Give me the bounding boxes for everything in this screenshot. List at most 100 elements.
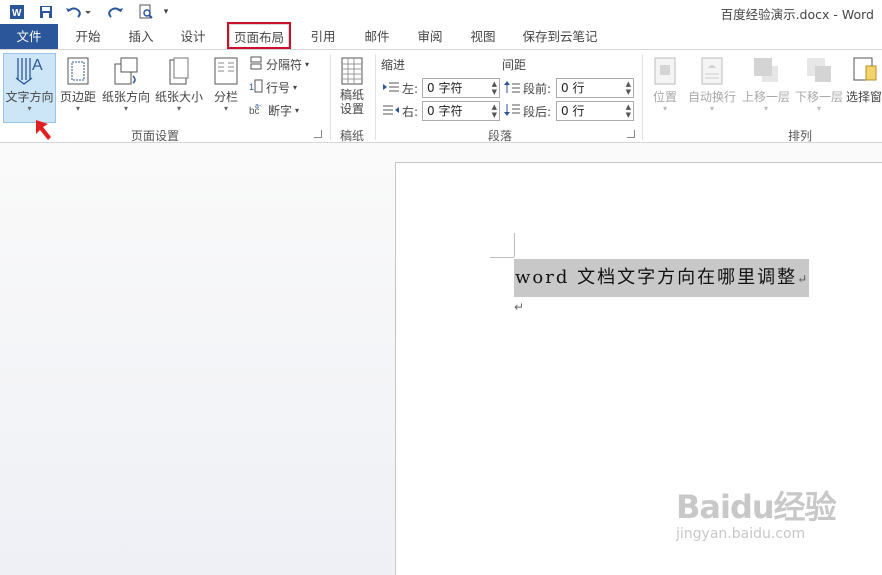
line-numbers-button[interactable]: 1 行号 ▾ <box>249 79 297 96</box>
arrange-group-label: 排列 <box>787 129 812 143</box>
crop-mark-horizontal <box>490 257 514 258</box>
baidu-watermark: Baidu经验 jingyan.baidu.com <box>676 482 837 542</box>
draft-paper-label-line2: 设置 <box>339 102 364 116</box>
hyphenation-label: 断字 <box>268 104 293 118</box>
indent-left-value: 0 字符 <box>427 81 463 95</box>
page-break-icon <box>249 56 263 73</box>
ribbon-tabs: 文件 开始 插入 设计 页面布局 引用 邮件 审阅 视图 保存到云笔记 <box>0 24 882 50</box>
columns-label: 分栏 <box>213 90 238 104</box>
window-title: 百度经验演示.docx - Word <box>720 7 874 22</box>
print-preview-icon[interactable] <box>136 3 156 21</box>
bring-forward-button[interactable]: 上移一层 ▾ <box>740 56 792 113</box>
spacing-before-icon <box>504 80 520 97</box>
selection-pane-button[interactable]: 选择窗 <box>846 56 882 105</box>
chevron-down-icon: ▾ <box>295 106 300 115</box>
indent-right-input[interactable]: 0 字符 ▲ ▼ <box>422 101 500 121</box>
spacing-after-value: 0 行 <box>561 104 585 118</box>
position-button[interactable]: 位置 ▾ <box>648 56 682 113</box>
red-arrow-pointer <box>32 118 56 146</box>
selection-pane-icon <box>850 56 878 86</box>
svg-text:1: 1 <box>249 82 254 92</box>
group-divider <box>642 54 643 140</box>
draft-paper-setup-button[interactable]: 稿纸 设置 <box>335 56 369 116</box>
wrap-text-button[interactable]: 自动换行 ▾ <box>686 56 738 113</box>
spinner-arrows-icon[interactable]: ▲ ▼ <box>626 80 631 96</box>
indent-left-label-wrap: 左: <box>383 80 418 97</box>
spinner-arrows-icon[interactable]: ▲ ▼ <box>626 103 631 119</box>
bring-forward-label: 上移一层 <box>741 90 790 104</box>
redo-icon[interactable] <box>105 3 125 21</box>
chevron-down-icon: ▾ <box>305 60 310 69</box>
line-numbers-icon: 1 <box>249 79 263 96</box>
breaks-button[interactable]: 分隔符 ▾ <box>249 56 309 73</box>
tab-references[interactable]: 引用 <box>300 24 346 49</box>
margins-button[interactable]: 页边距 ▾ <box>58 56 98 113</box>
text-direction-icon: A <box>14 54 46 86</box>
spacing-after-input[interactable]: 0 行 ▲ ▼ <box>556 101 634 121</box>
tab-home[interactable]: 开始 <box>64 24 112 49</box>
tab-file[interactable]: 文件 <box>0 24 58 49</box>
paragraph-dialog-launcher[interactable] <box>627 130 635 138</box>
send-backward-icon <box>805 56 833 86</box>
word-app-icon[interactable]: W <box>8 3 26 21</box>
indent-right-value: 0 字符 <box>427 104 463 118</box>
tab-save-to-cloud-notes[interactable]: 保存到云笔记 <box>515 24 605 49</box>
chevron-down-icon: ▾ <box>123 104 128 113</box>
svg-text:A: A <box>32 57 43 74</box>
tab-review[interactable]: 审阅 <box>407 24 453 49</box>
tab-mailings[interactable]: 邮件 <box>354 24 400 49</box>
tab-insert[interactable]: 插入 <box>118 24 164 49</box>
paragraph-group-label: 段落 <box>487 129 512 143</box>
spinner-arrows-icon[interactable]: ▲ ▼ <box>492 103 497 119</box>
spacing-header: 间距 <box>502 58 527 72</box>
empty-paragraph-mark: ↵ <box>514 300 525 314</box>
active-tab-highlight-box <box>227 22 291 49</box>
chevron-down-icon: ▾ <box>75 104 80 113</box>
crop-mark-vertical <box>514 233 515 257</box>
orientation-button[interactable]: 纸张方向 ▾ <box>100 56 152 113</box>
send-backward-button[interactable]: 下移一层 ▾ <box>793 56 845 113</box>
page-setup-dialog-launcher[interactable] <box>314 130 322 138</box>
chevron-down-icon: ▾ <box>27 104 32 113</box>
position-icon <box>653 56 677 86</box>
draft-paper-label-line1: 稿纸 <box>339 88 364 102</box>
spacing-after-label-wrap: 段后: <box>504 103 551 120</box>
indent-header: 缩进 <box>381 58 406 72</box>
size-button[interactable]: 纸张大小 ▾ <box>153 56 205 113</box>
draft-paper-group-label: 稿纸 <box>339 129 364 143</box>
selected-text[interactable]: word 文档文字方向在哪里调整↵ <box>514 259 809 297</box>
chevron-down-icon: ▾ <box>709 104 714 113</box>
indent-left-icon <box>383 81 399 96</box>
save-icon[interactable] <box>37 3 55 21</box>
watermark-logo-text: Baidu经验 <box>676 488 837 526</box>
columns-icon <box>213 56 239 86</box>
group-divider <box>375 54 376 140</box>
spacing-before-input[interactable]: 0 行 ▲ ▼ <box>556 78 634 98</box>
wrap-text-label: 自动换行 <box>687 90 736 104</box>
undo-icon[interactable] <box>64 3 92 21</box>
tab-design[interactable]: 设计 <box>170 24 216 49</box>
title-bar: W ▾ 百度经验演示.docx - Word <box>0 0 882 24</box>
spacing-before-label-wrap: 段前: <box>504 80 551 97</box>
margins-label: 页边距 <box>59 90 96 104</box>
hyphenation-button[interactable]: bc a- 断字 ▾ <box>249 102 299 119</box>
breaks-label: 分隔符 <box>266 58 303 72</box>
send-backward-label: 下移一层 <box>794 90 843 104</box>
chevron-down-icon: ▾ <box>662 104 667 113</box>
text-direction-label: 文字方向 <box>5 90 54 104</box>
svg-text:a-: a- <box>255 103 262 110</box>
columns-button[interactable]: 分栏 ▾ <box>209 56 243 113</box>
watermark-url: jingyan.baidu.com <box>676 526 806 542</box>
tab-view[interactable]: 视图 <box>460 24 506 49</box>
chevron-down-icon: ▾ <box>763 104 768 113</box>
position-label: 位置 <box>652 90 677 104</box>
orientation-icon <box>111 56 141 86</box>
customize-toolbar-icon[interactable]: ▾ <box>160 3 172 21</box>
text-direction-button[interactable]: A 文字方向 ▾ <box>3 53 56 123</box>
chevron-down-icon: ▾ <box>293 83 298 92</box>
spinner-arrows-icon[interactable]: ▲ ▼ <box>492 80 497 96</box>
spacing-after-label: 段后: <box>523 105 552 119</box>
indent-left-input[interactable]: 0 字符 ▲ ▼ <box>422 78 500 98</box>
size-label: 纸张大小 <box>154 90 203 104</box>
selected-text-content: word 文档文字方向在哪里调整 <box>515 267 798 288</box>
